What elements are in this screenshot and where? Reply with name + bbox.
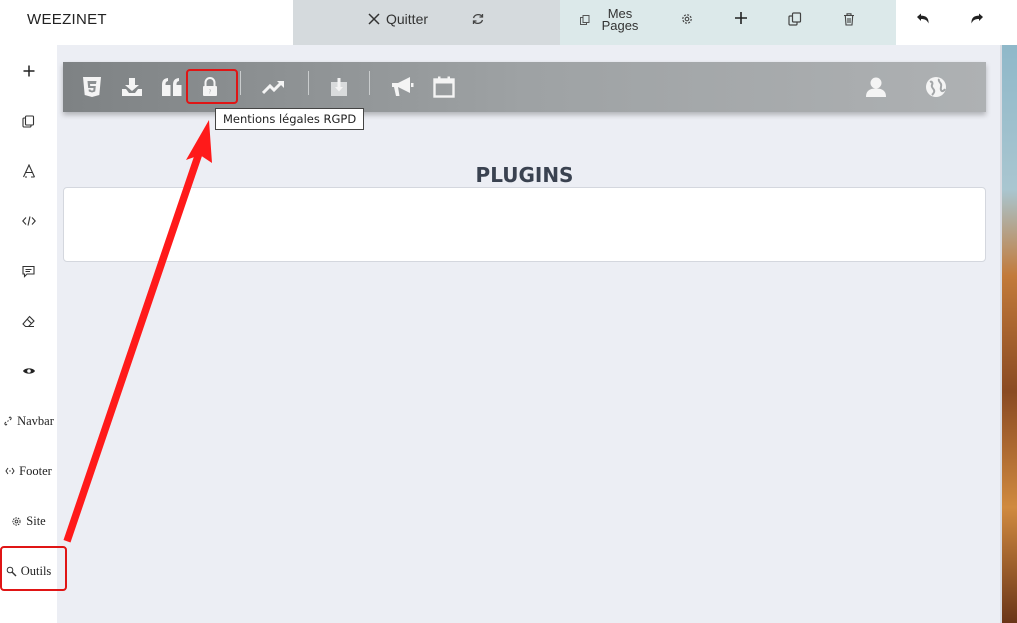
css3-icon (83, 77, 101, 97)
copy-icon (788, 12, 802, 26)
sidebar-item-fonts[interactable] (0, 159, 57, 183)
import-plugin-button[interactable] (327, 75, 351, 99)
refresh-button[interactable] (471, 12, 485, 26)
plus-icon (735, 12, 747, 24)
trending-icon (262, 80, 284, 95)
import-icon (331, 78, 347, 96)
sidebar-item-footer[interactable]: Footer (0, 459, 57, 483)
globe-icon (926, 77, 946, 97)
quote-plugin-button[interactable] (160, 75, 184, 99)
sidebar-item-label: Footer (19, 463, 52, 478)
sidebar-item-code[interactable] (0, 209, 57, 233)
link-icon (4, 416, 12, 426)
plugins-panel (63, 187, 986, 262)
user-icon (866, 77, 886, 97)
sidebar-item-eraser[interactable] (0, 309, 57, 333)
download-icon (122, 78, 142, 96)
highlight-box (0, 546, 67, 591)
trash-icon (844, 13, 854, 26)
refresh-icon (472, 13, 484, 25)
sidebar-item-pages[interactable] (0, 109, 57, 133)
download-plugin-button[interactable] (120, 75, 144, 99)
delete-page-button[interactable] (842, 12, 856, 26)
page-settings-button[interactable] (680, 12, 694, 26)
pages-icon (580, 15, 590, 25)
eye-icon (22, 368, 35, 374)
quit-label: Quitter (386, 11, 429, 27)
sidebar-item-label: Navbar (17, 413, 54, 428)
calendar-icon (433, 76, 455, 98)
quote-icon (162, 78, 182, 96)
font-icon (22, 164, 35, 178)
quit-button[interactable]: Quitter (368, 10, 428, 28)
my-pages-button[interactable]: Mes Pages (580, 6, 642, 34)
brand-logo: WEEZINET (27, 11, 107, 28)
analytics-plugin-button[interactable] (262, 75, 286, 99)
close-icon (368, 13, 380, 25)
sidebar-item-label: Site (26, 513, 46, 528)
page-preview-image (1002, 45, 1017, 623)
undo-icon (917, 13, 929, 24)
redo-button[interactable] (970, 12, 984, 26)
sidebar-item-comments[interactable] (0, 259, 57, 283)
sidebar-item-navbar[interactable]: Navbar (0, 409, 57, 433)
toolbar-divider (308, 71, 309, 95)
sidebar-item-add[interactable] (0, 59, 57, 83)
highlight-box (186, 69, 238, 104)
code-icon (21, 216, 36, 226)
undo-button[interactable] (916, 12, 930, 26)
eraser-icon (22, 315, 35, 327)
sidebar-item-site[interactable]: Site (0, 509, 57, 533)
plus-icon (23, 65, 34, 77)
toolbar-divider (369, 71, 370, 95)
add-page-button[interactable] (734, 11, 748, 25)
account-plugin-button[interactable] (864, 75, 888, 99)
language-plugin-button[interactable] (924, 75, 948, 99)
comment-icon (22, 265, 35, 278)
css-plugin-button[interactable] (80, 75, 104, 99)
calendar-plugin-button[interactable] (432, 75, 456, 99)
tooltip: Mentions légales RGPD (215, 108, 365, 130)
megaphone-icon (392, 77, 414, 96)
my-pages-label: Mes Pages (601, 6, 639, 33)
announcement-plugin-button[interactable] (390, 75, 414, 99)
toolbar-divider (240, 71, 241, 95)
sidebar-item-preview[interactable] (0, 359, 57, 383)
gear-icon (682, 14, 692, 24)
footer-icon (5, 467, 15, 475)
redo-icon (971, 13, 983, 24)
duplicate-page-button[interactable] (788, 12, 802, 26)
page-title: PLUGINS (475, 163, 574, 187)
gear-icon (12, 516, 21, 526)
top-bar: WEEZINET Quitter Mes Pages (0, 0, 1017, 45)
copy-icon (22, 114, 35, 128)
